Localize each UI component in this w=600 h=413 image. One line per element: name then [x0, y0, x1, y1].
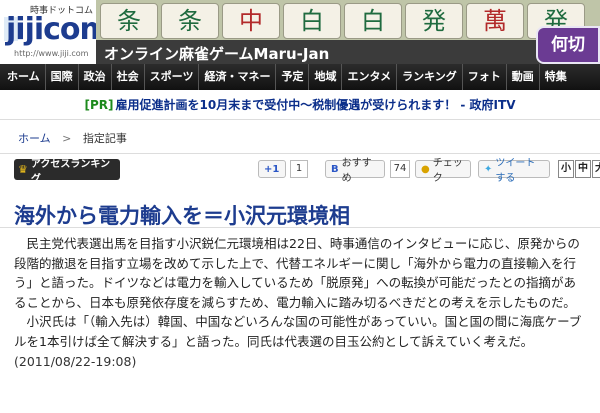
logo-main-text: jijicom [6, 12, 111, 47]
mahjong-tile: 萬 [466, 3, 524, 39]
nav-item-home[interactable]: ホーム [2, 64, 46, 90]
font-size-medium-button[interactable]: 中 [575, 160, 591, 178]
article-paragraph-text: 小沢氏は「（輸入先は）韓国、中国などいろんな国の可能性があっていい。国と国の間に… [14, 314, 582, 349]
hatena-bookmark-button[interactable]: B おすすめ [325, 158, 385, 184]
google-plus-button[interactable]: +1 [258, 160, 286, 178]
nav-item-international[interactable]: 国際 [46, 64, 79, 90]
mahjong-tile: 条 [161, 3, 219, 39]
pr-tag: [PR] [84, 97, 114, 112]
access-ranking-button[interactable]: ♛ アクセスランキング [14, 159, 120, 185]
nav-item-entertainment[interactable]: エンタメ [342, 64, 398, 90]
article-paragraph: 民主党代表選出馬を目指す小沢鋭仁元環境相は22日、時事通信のインタビューに応じ、… [14, 236, 580, 310]
font-size-large-button[interactable]: 大 [592, 160, 600, 178]
hatena-label: おすすめ [341, 158, 372, 184]
article-title: 海外から電力輸入を＝小沢元環境相 [0, 190, 600, 228]
breadcrumb: ホーム > 指定記事 [0, 120, 600, 154]
nav-item-region[interactable]: 地域 [309, 64, 343, 90]
article-paragraph: 小沢氏は「（輸入先は）韓国、中国などいろんな国の可能性があっていい。国と国の間に… [14, 312, 586, 371]
global-nav: ホーム 国際 政治 社会 スポーツ 経済・マネー 予定 地域 エンタメ ランキン… [0, 64, 600, 90]
nav-item-sports[interactable]: スポーツ [145, 64, 200, 90]
pr-text: 雇用促進計画を10月末まで受付中～税制優遇が受けられます！ - 政府ITV [115, 98, 516, 112]
check-icon: ● [421, 163, 430, 175]
mahjong-tile: 発 [405, 3, 463, 39]
google-plus-label: +1 [264, 163, 280, 175]
mahjong-tile: 白 [283, 3, 341, 39]
nav-item-society[interactable]: 社会 [112, 64, 145, 90]
bookmark-icon: B [331, 163, 339, 175]
nav-item-schedule[interactable]: 予定 [276, 64, 310, 90]
nav-item-video[interactable]: 動画 [507, 64, 540, 90]
nav-item-ranking[interactable]: ランキング [397, 64, 463, 90]
logo-url: http://www.jiji.com [14, 49, 89, 58]
access-ranking-label: アクセスランキング [30, 158, 111, 185]
site-header: 時事ドットコム jijicom http://www.jiji.com 条 条 … [0, 0, 600, 64]
article-toolbar: ♛ アクセスランキング +1 1 B おすすめ 74 ● チェック ✦ ツイート… [0, 158, 600, 190]
tweet-button[interactable]: ✦ ツイートする [478, 158, 550, 184]
banner-text: オンライン麻雀ゲームMaru-Jan [96, 40, 600, 64]
site-logo[interactable]: 時事ドットコム jijicom http://www.jiji.com [0, 0, 111, 64]
nav-item-economy[interactable]: 経済・マネー [199, 64, 277, 90]
breadcrumb-home-link[interactable]: ホーム [18, 132, 51, 145]
check-label: チェック [432, 158, 463, 184]
hatena-count: 74 [390, 160, 410, 178]
tweet-label: ツイートする [495, 158, 536, 184]
nav-item-special[interactable]: 特集 [540, 64, 572, 90]
mahjong-tiles: 条 条 中 白 白 発 萬 発 [96, 0, 600, 40]
banner-button[interactable]: 何切 [536, 26, 600, 64]
twitter-bird-icon: ✦ [484, 163, 493, 175]
breadcrumb-separator: > [62, 132, 72, 145]
font-size-small-button[interactable]: 小 [558, 160, 574, 178]
article-date: (2011/08/22-19:08) [14, 353, 137, 369]
crown-icon: ♛ [18, 163, 28, 176]
nav-item-politics[interactable]: 政治 [79, 64, 112, 90]
mahjong-tile: 白 [344, 3, 402, 39]
mixi-check-button[interactable]: ● チェック [415, 158, 471, 184]
mahjong-tile: 条 [100, 3, 158, 39]
breadcrumb-current: 指定記事 [82, 132, 127, 145]
pr-link[interactable]: [PR] 雇用促進計画を10月末まで受付中～税制優遇が受けられます！ - 政府I… [0, 90, 600, 120]
article-body: 民主党代表選出馬を目指す小沢鋭仁元環境相は22日、時事通信のインタビューに応じ、… [0, 228, 600, 371]
google-plus-count: 1 [290, 160, 308, 178]
nav-item-photo[interactable]: フォト [463, 64, 507, 90]
mahjong-tile: 中 [222, 3, 280, 39]
advertisement-banner[interactable]: 条 条 中 白 白 発 萬 発 オンライン麻雀ゲームMaru-Jan 何切 [96, 0, 600, 64]
